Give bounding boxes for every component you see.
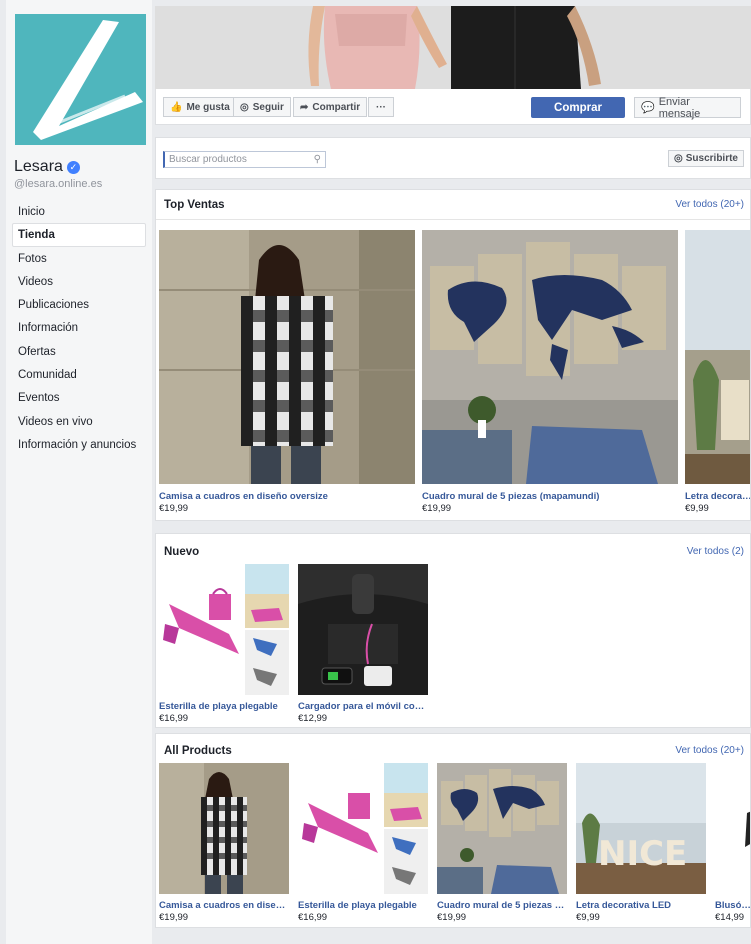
product-title[interactable]: Esterilla de playa plegable (159, 701, 289, 712)
messenger-icon: 💬 (641, 102, 655, 114)
more-dots-icon: ··· (376, 101, 386, 113)
product-image[interactable] (159, 763, 289, 894)
page-name-text: Lesara (14, 158, 63, 175)
more-options-button[interactable]: ··· (368, 97, 394, 117)
subscribe-label: Suscribirte (685, 153, 738, 164)
product-price: €19,99 (159, 912, 189, 923)
product-title[interactable]: Cuadro mural de 5 piezas (mapamundi) (422, 491, 678, 502)
page-action-bar: 👍 Me gusta ◎ Seguir ➦ Compartir ··· Comp… (155, 89, 751, 125)
buy-button[interactable]: Comprar (531, 97, 625, 118)
product-card[interactable]: Blusón-v €14,99 (715, 763, 750, 925)
product-card[interactable]: NICE Letra decorativa LED €9,99 (576, 763, 706, 925)
subscribe-button[interactable]: ◎ Suscribirte (668, 150, 744, 167)
nav-item-ofertas[interactable]: Ofertas (12, 340, 146, 363)
product-price: €14,99 (715, 912, 745, 923)
see-all-link[interactable]: Ver todos (20+) (675, 745, 744, 756)
product-price: €19,99 (159, 503, 189, 514)
product-image[interactable]: NICE (576, 763, 706, 894)
follow-label: Seguir (252, 101, 284, 113)
nav-item-info-anuncios[interactable]: Información y anuncios (12, 433, 146, 456)
product-price: €9,99 (576, 912, 600, 923)
product-card[interactable]: Esterilla de playa plegable €16,99 (159, 564, 289, 726)
product-card[interactable]: Cuadro mural de 5 piezas (mapamundi) €19… (422, 230, 678, 520)
section-divider (156, 219, 750, 220)
product-price: €19,99 (437, 912, 467, 923)
share-label: Compartir (312, 101, 361, 113)
send-message-button[interactable]: 💬 Enviar mensaje (634, 95, 741, 120)
follow-button[interactable]: ◎ Seguir (233, 97, 291, 117)
nav-item-fotos[interactable]: Fotos (12, 247, 146, 270)
search-icon: ⚲ (313, 154, 321, 165)
thumbs-up-icon: 👍 (170, 101, 183, 113)
section-nuevo: Nuevo Ver todos (2) Esterilla de playa p… (155, 533, 751, 728)
product-card[interactable]: Esterilla de playa plegable €16,99 (298, 763, 428, 925)
cover-photo[interactable] (155, 6, 751, 89)
page-logo[interactable] (15, 14, 146, 145)
shop-toolbar: Buscar productos ⚲ ◎ Suscribirte (155, 137, 751, 179)
verified-badge-icon: ✓ (66, 160, 80, 174)
section-title: All Products (164, 745, 232, 757)
page-sidebar: Lesara ✓ @lesara.online.es Inicio Tienda… (6, 0, 152, 944)
rss-icon: ◎ (674, 153, 683, 164)
product-card[interactable]: Camisa a cuadros en diseño ... €19,99 (159, 763, 289, 925)
search-placeholder: Buscar productos (169, 154, 247, 165)
nav-item-tienda[interactable]: Tienda (12, 223, 146, 247)
product-image[interactable] (298, 763, 428, 894)
product-title[interactable]: Camisa a cuadros en diseño ... (159, 900, 289, 911)
share-button[interactable]: ➦ Compartir (293, 97, 368, 117)
product-title[interactable]: Cuadro mural de 5 piezas (m... (437, 900, 567, 911)
send-message-label: Enviar mensaje (658, 95, 701, 120)
section-top-ventas: Top Ventas Ver todos (20+) Camisa a cuad… (155, 189, 751, 521)
share-arrow-icon: ➦ (300, 101, 309, 113)
see-all-link[interactable]: Ver todos (2) (687, 546, 744, 557)
product-card[interactable]: Cuadro mural de 5 piezas (m... €19,99 (437, 763, 567, 925)
section-title: Top Ventas (164, 199, 225, 211)
rss-icon: ◎ (240, 101, 249, 113)
svg-text:NICE: NICE (598, 834, 687, 874)
product-price: €12,99 (298, 713, 328, 724)
product-image[interactable] (298, 564, 428, 695)
product-title[interactable]: Cargador para el móvil con a... (298, 701, 428, 712)
see-all-link[interactable]: Ver todos (20+) (675, 199, 744, 210)
product-card[interactable]: Letra decorativa LED €9,99 (685, 230, 750, 520)
product-title[interactable]: Camisa a cuadros en diseño oversize (159, 491, 415, 502)
like-button[interactable]: 👍 Me gusta (163, 97, 237, 117)
like-label: Me gusta (186, 101, 230, 113)
product-title[interactable]: Blusón-v (715, 900, 750, 911)
nav-item-comunidad[interactable]: Comunidad (12, 363, 146, 386)
product-title[interactable]: Letra decorativa LED (685, 491, 750, 502)
product-image[interactable] (159, 564, 289, 695)
product-card[interactable]: Cargador para el móvil con a... €12,99 (298, 564, 428, 726)
product-image[interactable] (422, 230, 678, 484)
product-image[interactable] (159, 230, 415, 484)
nav-item-publicaciones[interactable]: Publicaciones (12, 293, 146, 316)
product-price: €16,99 (159, 713, 189, 724)
nav-item-inicio[interactable]: Inicio (12, 200, 146, 223)
product-image[interactable] (437, 763, 567, 894)
nav-item-eventos[interactable]: Eventos (12, 386, 146, 409)
product-image[interactable] (685, 230, 750, 484)
page-handle: @lesara.online.es (14, 178, 103, 190)
product-price: €19,99 (422, 503, 452, 514)
page-nav: Inicio Tienda Fotos Videos Publicaciones… (12, 200, 146, 456)
nav-item-videos-en-vivo[interactable]: Videos en vivo (12, 410, 146, 433)
product-title[interactable]: Letra decorativa LED (576, 900, 706, 911)
search-products-input[interactable]: Buscar productos ⚲ (163, 151, 326, 168)
product-price: €16,99 (298, 912, 328, 923)
product-title[interactable]: Esterilla de playa plegable (298, 900, 428, 911)
product-image[interactable] (715, 763, 750, 894)
product-price: €9,99 (685, 503, 709, 514)
nav-item-videos[interactable]: Videos (12, 270, 146, 293)
section-title: Nuevo (164, 546, 200, 558)
product-card[interactable]: Camisa a cuadros en diseño oversize €19,… (159, 230, 415, 520)
page-title[interactable]: Lesara ✓ (14, 158, 80, 176)
section-all-products: All Products Ver todos (20+) Camisa a cu… (155, 733, 751, 928)
nav-item-informacion[interactable]: Información (12, 316, 146, 339)
